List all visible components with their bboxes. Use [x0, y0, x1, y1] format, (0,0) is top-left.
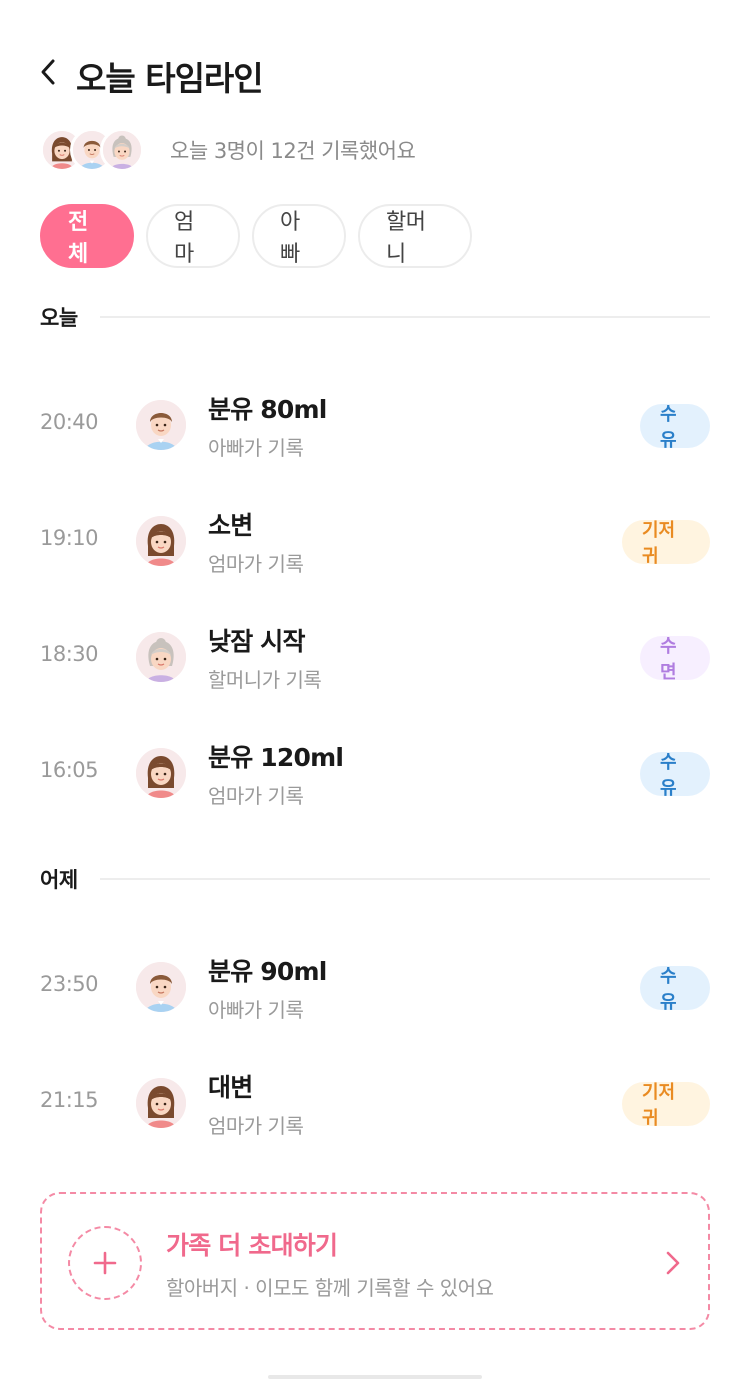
family-summary: 오늘 3명이 12건 기록했어요 — [40, 128, 416, 172]
category-badge: 수유 — [640, 404, 710, 451]
section-today: 오늘 — [40, 302, 710, 332]
mom-avatar — [136, 516, 186, 566]
dad-avatar — [136, 962, 186, 1012]
add-circle — [68, 1226, 142, 1300]
divider — [99, 878, 710, 880]
category-badge: 기저귀 — [622, 1082, 710, 1129]
record-time: 20:40 — [40, 410, 99, 434]
mom-avatar — [136, 748, 186, 798]
record-author: 엄마가 기록 — [208, 552, 304, 576]
record-title: 분유 80ml — [208, 395, 327, 424]
category-badge: 수면 — [640, 636, 710, 683]
record-author: 아빠가 기록 — [208, 436, 304, 460]
category-badge: 수유 — [640, 966, 710, 1013]
record-title: 분유 90ml — [208, 957, 327, 986]
invite-family-card[interactable]: 가족 더 초대하기 할아버지 · 이모도 함께 기록할 수 있어요 — [40, 1192, 710, 1330]
record-title: 분유 120ml — [208, 743, 344, 772]
plus-icon — [93, 1251, 117, 1275]
header: 오늘 타임라인 — [0, 44, 750, 100]
record-author: 엄마가 기록 — [208, 784, 304, 808]
timeline-row[interactable]: 19:10 소변 엄마가 기록 기저귀 — [40, 490, 710, 590]
summary-text: 오늘 3명이 12건 기록했어요 — [170, 139, 416, 163]
grandma-avatar — [100, 128, 144, 172]
category-badge: 수유 — [640, 752, 710, 799]
chevron-left-icon — [41, 59, 55, 85]
record-author: 엄마가 기록 — [208, 1114, 304, 1138]
invite-subtitle: 할아버지 · 이모도 함께 기록할 수 있어요 — [166, 1276, 494, 1300]
section-label: 어제 — [40, 868, 78, 892]
timeline-row[interactable]: 20:40 분유 80ml 아빠가 기록 수유 — [40, 374, 710, 474]
page-title: 오늘 타임라인 — [76, 59, 264, 98]
record-time: 23:50 — [40, 972, 99, 996]
filter-chip-grandma[interactable]: 할머니 — [358, 204, 472, 268]
mom-avatar — [136, 1078, 186, 1128]
filter-chip-dad[interactable]: 아빠 — [252, 204, 346, 268]
record-author: 할머니가 기록 — [208, 668, 322, 692]
invite-title: 가족 더 초대하기 — [166, 1231, 338, 1260]
section-label: 오늘 — [40, 306, 78, 330]
timeline-row[interactable]: 18:30 낮잠 시작 할머니가 기록 수면 — [40, 606, 710, 706]
chevron-right-icon — [666, 1251, 680, 1275]
record-time: 21:15 — [40, 1088, 99, 1112]
record-title: 대변 — [208, 1073, 253, 1102]
timeline-row[interactable]: 21:15 대변 엄마가 기록 기저귀 — [40, 1052, 710, 1152]
record-time: 19:10 — [40, 526, 99, 550]
timeline-row[interactable]: 23:50 분유 90ml 아빠가 기록 수유 — [40, 936, 710, 1036]
category-badge: 기저귀 — [622, 520, 710, 567]
record-title: 소변 — [208, 511, 253, 540]
divider — [99, 316, 710, 318]
home-indicator — [268, 1375, 482, 1379]
dad-avatar — [136, 400, 186, 450]
section-yesterday: 어제 — [40, 864, 710, 894]
filter-chip-all[interactable]: 전체 — [40, 204, 134, 268]
filter-chip-mom[interactable]: 엄마 — [146, 204, 240, 268]
timeline-row[interactable]: 16:05 분유 120ml 엄마가 기록 수유 — [40, 722, 710, 822]
avatar-stack — [40, 128, 144, 172]
filter-chips: 전체 엄마 아빠 할머니 — [40, 204, 484, 268]
record-title: 낮잠 시작 — [208, 627, 306, 656]
grandma-avatar — [136, 632, 186, 682]
back-button[interactable] — [30, 54, 66, 90]
record-author: 아빠가 기록 — [208, 998, 304, 1022]
record-time: 18:30 — [40, 642, 99, 666]
record-time: 16:05 — [40, 758, 99, 782]
